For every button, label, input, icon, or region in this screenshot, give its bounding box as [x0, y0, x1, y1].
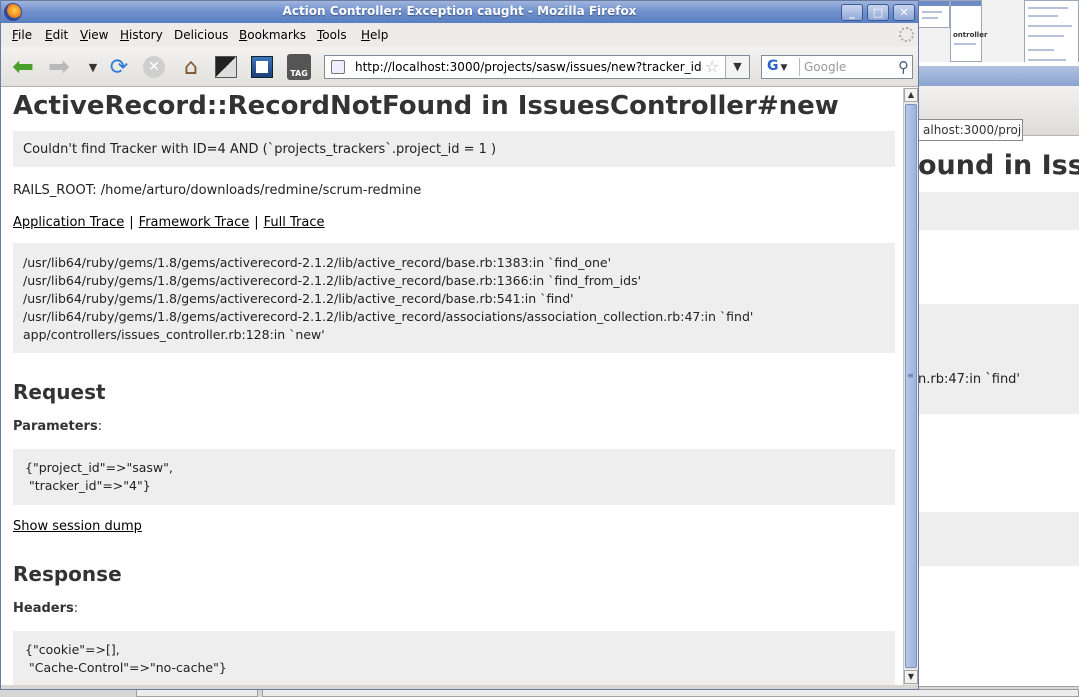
- parameters-box: {"project_id"=>"sasw", "tracker_id"=>"4"…: [13, 449, 895, 505]
- request-heading: Request: [13, 380, 106, 404]
- google-engine-icon: G: [767, 58, 779, 74]
- url-dropdown-icon[interactable]: ▼: [725, 56, 749, 78]
- trace-links: Application Trace | Framework Trace | Full T…: [13, 215, 325, 230]
- background-trace-text: n.rb:47:in `find': [918, 372, 1021, 387]
- scrollbar-thumb[interactable]: [905, 104, 917, 668]
- scroll-down-arrow-icon[interactable]: ▼: [904, 670, 918, 684]
- minimize-button[interactable]: _: [841, 4, 863, 21]
- full-trace-link[interactable]: Full Trace: [264, 215, 325, 230]
- background-message-box: [918, 192, 1079, 230]
- search-engine-selector[interactable]: G ▼: [764, 58, 800, 76]
- page-title: ActiveRecord::RecordNotFound in IssuesCo…: [13, 91, 839, 121]
- search-magnifier-icon[interactable]: ⚲: [898, 58, 909, 76]
- forward-arrow-icon[interactable]: ➡: [47, 52, 71, 82]
- url-bar[interactable]: http://localhost:3000/projects/sasw/issu…: [324, 55, 750, 79]
- site-favicon-icon: [331, 60, 345, 74]
- taskbar-button[interactable]: [136, 689, 258, 697]
- show-session-dump-link[interactable]: Show session dump: [13, 519, 142, 534]
- error-message-box: Couldn't find Tracker with ID=4 AND (`pr…: [13, 131, 895, 167]
- activity-throbber-icon: [899, 27, 914, 42]
- trace-line: /usr/lib64/ruby/gems/1.8/gems/activereco…: [23, 255, 612, 270]
- close-button[interactable]: ✕: [893, 4, 915, 21]
- background-thumbnail-1: [918, 0, 950, 28]
- menu-history[interactable]: History: [120, 28, 163, 42]
- headers-box: {"cookie"=>[], "Cache-Control"=>"no-cach…: [13, 631, 895, 685]
- stop-icon[interactable]: ✕: [143, 56, 165, 78]
- headers-line: "Cache-Control"=>"no-cache"}: [25, 660, 227, 675]
- parameters-label: Parameters:: [13, 419, 103, 434]
- bookmark-button-2-icon[interactable]: [251, 56, 273, 78]
- window-title: Action Controller: Exception caught - Mo…: [282, 4, 637, 18]
- menu-help[interactable]: Help: [361, 28, 388, 42]
- home-icon[interactable]: ⌂: [179, 55, 203, 80]
- menu-view[interactable]: View: [80, 28, 108, 42]
- background-page-heading: ound in Issu: [918, 150, 1079, 181]
- history-dropdown-icon[interactable]: ▼: [81, 55, 105, 79]
- parameters-line: {"project_id"=>"sasw",: [25, 460, 173, 475]
- parameters-line: "tracker_id"=>"4"}: [25, 478, 151, 493]
- vertical-scrollbar[interactable]: ▲ ≡ ▼: [903, 88, 918, 685]
- background-window-titlebar: [918, 66, 1079, 86]
- menu-edit[interactable]: Edit: [45, 28, 68, 42]
- background-trace-box: [918, 304, 1079, 414]
- reload-icon[interactable]: ⟳: [107, 55, 131, 80]
- back-arrow-icon[interactable]: ⬅: [11, 52, 35, 82]
- navigation-toolbar: ⬅ ➡ ▼ ⟳ ✕ ⌂ TAG http://localhost:3000/pr…: [1, 47, 918, 87]
- trace-box: /usr/lib64/ruby/gems/1.8/gems/activereco…: [13, 243, 895, 353]
- scroll-up-arrow-icon[interactable]: ▲: [904, 88, 918, 102]
- menu-delicious[interactable]: Delicious: [174, 28, 228, 42]
- maximize-button[interactable]: □: [867, 4, 889, 21]
- search-input[interactable]: Google: [804, 60, 846, 74]
- search-bar[interactable]: G ▼ Google ⚲: [761, 55, 913, 79]
- taskbar-button[interactable]: [262, 689, 1079, 697]
- headers-label: Headers:: [13, 601, 79, 616]
- menu-bar: File Edit View History Delicious Bookmar…: [1, 23, 918, 47]
- trace-line: app/controllers/issues_controller.rb:128…: [23, 327, 325, 342]
- error-message: Couldn't find Tracker with ID=4 AND (`pr…: [23, 142, 497, 157]
- page-content: ActiveRecord::RecordNotFound in IssuesCo…: [1, 88, 902, 685]
- window-titlebar[interactable]: Action Controller: Exception caught - Mo…: [1, 1, 918, 23]
- trace-line: /usr/lib64/ruby/gems/1.8/gems/activereco…: [23, 273, 642, 288]
- rails-root-path: RAILS_ROOT: /home/arturo/downloads/redmi…: [13, 183, 422, 198]
- bookmark-star-icon[interactable]: ☆: [705, 57, 719, 76]
- application-trace-link[interactable]: Application Trace: [13, 215, 124, 230]
- headers-line: {"cookie"=>[],: [25, 642, 120, 657]
- menu-file[interactable]: File: [12, 28, 32, 42]
- trace-line: /usr/lib64/ruby/gems/1.8/gems/activereco…: [23, 309, 754, 324]
- trace-line: /usr/lib64/ruby/gems/1.8/gems/activereco…: [23, 291, 574, 306]
- menu-tools[interactable]: Tools: [317, 28, 347, 42]
- firefox-window: Action Controller: Exception caught - Mo…: [0, 0, 919, 690]
- tag-icon[interactable]: TAG: [287, 54, 311, 80]
- url-input[interactable]: http://localhost:3000/projects/sasw/issu…: [355, 60, 703, 74]
- background-thumbnail-text: ontroller: [953, 31, 988, 39]
- scrollbar-grip-icon: ≡: [907, 371, 914, 380]
- background-code-box: [918, 512, 1079, 566]
- engine-dropdown-icon: ▼: [780, 63, 788, 73]
- framework-trace-link[interactable]: Framework Trace: [139, 215, 250, 230]
- menu-bookmarks[interactable]: Bookmarks: [239, 28, 306, 42]
- bookmark-button-1-icon[interactable]: [215, 56, 237, 78]
- background-url-bar: alhost:3000/projects/sasw/is: [918, 119, 1023, 141]
- status-bar-edge: [1, 685, 918, 689]
- response-heading: Response: [13, 562, 122, 586]
- background-thumbnail-2: ontroller: [950, 0, 987, 62]
